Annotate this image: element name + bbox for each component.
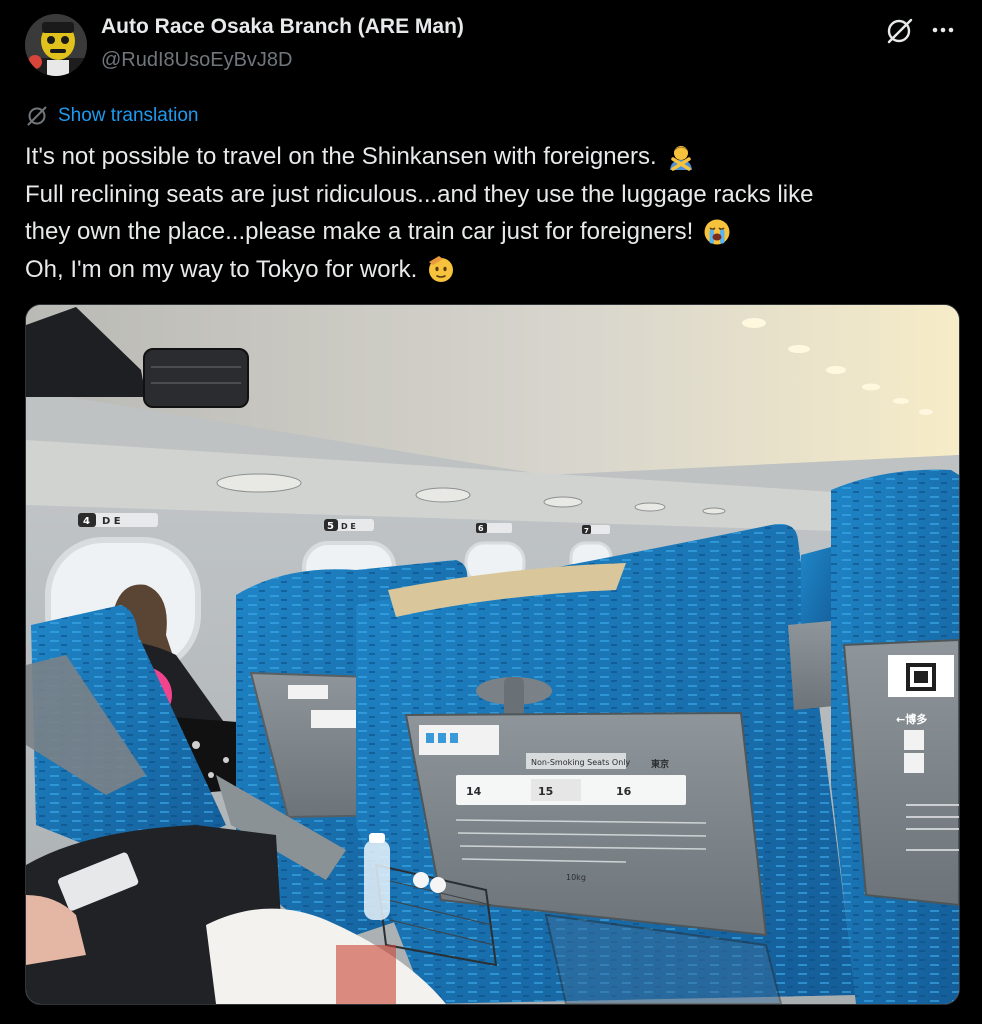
user-handle[interactable]: @RudI8UsoEyBvJ8D xyxy=(101,49,292,72)
loudly-crying-face-emoji xyxy=(704,219,730,245)
tweet-line: Oh, I'm on my way to Tokyo for work. xyxy=(25,251,965,289)
seat-letter-label: D E xyxy=(102,516,121,527)
show-translation-link[interactable]: Show translation xyxy=(58,105,198,127)
tweet-card[interactable]: Auto Race Osaka Branch (ARE Man) @RudI8U… xyxy=(0,0,982,1024)
tweet-line: Full reclining seats are just ridiculous… xyxy=(25,176,965,214)
shinkansen-interior-photo: 4 D E 5 D E 6 7 Non-Smoking Seats Only 1… xyxy=(26,305,959,1004)
avatar-mascot-icon xyxy=(25,14,87,76)
tweet-line-text: It's not possible to travel on the Shink… xyxy=(25,143,657,170)
translate-icon xyxy=(27,106,47,126)
display-name[interactable]: Auto Race Osaka Branch (ARE Man) xyxy=(101,15,464,39)
show-translation-row[interactable]: Show translation xyxy=(26,104,198,128)
person-gesturing-no-emoji xyxy=(669,145,692,171)
seat-number-label: 7 xyxy=(584,527,589,535)
tray-weight-label: 10kg xyxy=(566,873,586,882)
seat-letter-label: D E xyxy=(341,522,356,531)
tweet-text: It's not possible to travel on the Shink… xyxy=(25,138,965,288)
tray-destination-hakata: ←博多 xyxy=(896,712,927,726)
seat-number-label: 5 xyxy=(327,521,334,532)
tweet-line: It's not possible to travel on the Shink… xyxy=(25,138,965,176)
seat-number-label: 6 xyxy=(478,524,484,533)
tweet-line: they own the place...please make a train… xyxy=(25,213,965,251)
tray-car-label: 14 xyxy=(466,785,482,798)
grok-icon[interactable] xyxy=(885,16,915,46)
tray-car-label: 15 xyxy=(538,785,553,798)
avatar[interactable] xyxy=(25,14,87,76)
seat-number-label: 4 xyxy=(83,516,90,527)
tweet-line-text: Oh, I'm on my way to Tokyo for work. xyxy=(25,255,418,283)
saluting-face-emoji xyxy=(429,256,454,283)
tweet-photo[interactable]: 4 D E 5 D E 6 7 Non-Smoking Seats Only 1… xyxy=(25,304,960,1005)
tweet-line-text: they own the place...please make a train… xyxy=(25,218,694,245)
tweet-line-text: Full reclining seats are just ridiculous… xyxy=(25,180,814,208)
more-icon[interactable] xyxy=(928,16,958,46)
tray-car-label: 16 xyxy=(616,785,632,798)
tray-no-smoking-label: Non-Smoking Seats Only xyxy=(531,758,630,767)
tray-destination-tokyo: 東京 xyxy=(651,758,669,770)
